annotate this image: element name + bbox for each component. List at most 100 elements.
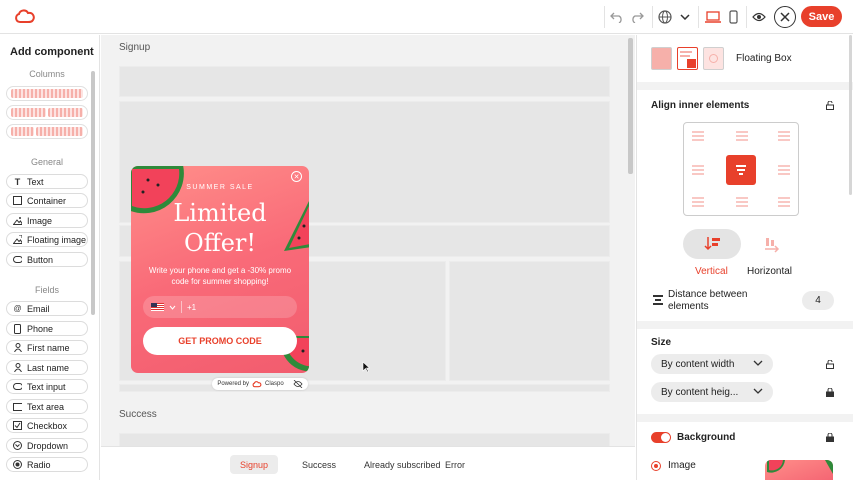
- lock-icon[interactable]: [826, 388, 834, 397]
- vertical-label: Vertical: [695, 266, 728, 277]
- field-phone[interactable]: Phone: [6, 321, 88, 336]
- desktop-view-icon[interactable]: [704, 8, 722, 26]
- canvas-scrollbar[interactable]: [628, 38, 633, 174]
- component-container[interactable]: Container: [6, 193, 88, 208]
- tab-signup[interactable]: Signup: [230, 455, 279, 474]
- align-top-center-option[interactable]: [736, 131, 748, 141]
- claspo-logo-icon[interactable]: [14, 9, 36, 25]
- eye-off-icon[interactable]: [293, 380, 303, 388]
- component-button[interactable]: Button: [6, 252, 88, 267]
- popup-description: Write your phone and get a -30% promo co…: [148, 266, 292, 286]
- component-label: Image: [27, 215, 53, 226]
- claspo-logo-icon: [252, 380, 262, 387]
- floating-image-icon: [13, 235, 22, 244]
- align-middle-left-option[interactable]: [692, 165, 704, 175]
- field-first-name[interactable]: First name: [6, 340, 88, 355]
- height-dropdown[interactable]: By content heig...: [651, 382, 773, 402]
- layout-popup-option[interactable]: [651, 47, 672, 70]
- align-center-option[interactable]: [726, 155, 756, 185]
- field-radio[interactable]: Radio: [6, 457, 88, 472]
- align-bottom-right-option[interactable]: [778, 197, 790, 207]
- alignment-grid[interactable]: [683, 122, 799, 216]
- chevron-down-icon[interactable]: [676, 8, 694, 26]
- column-one-item[interactable]: [6, 86, 88, 101]
- column-two-item[interactable]: [6, 105, 88, 120]
- person-icon: [13, 363, 22, 372]
- panel-scrollbar[interactable]: [849, 35, 852, 195]
- person-icon: [13, 343, 22, 352]
- layout-block[interactable]: [119, 384, 610, 392]
- vertical-direction-icon: [704, 237, 720, 251]
- field-checkbox[interactable]: Checkbox: [6, 418, 88, 433]
- unlock-icon[interactable]: [826, 360, 834, 369]
- get-promo-code-button[interactable]: GET PROMO CODE: [143, 327, 297, 355]
- layout-type-label: Floating Box: [736, 53, 792, 64]
- field-label: Text area: [27, 401, 65, 412]
- distance-stepper[interactable]: 4: [802, 291, 834, 310]
- layout-block[interactable]: [119, 66, 610, 97]
- sidebar-scrollbar[interactable]: [91, 71, 95, 315]
- image-radio[interactable]: [651, 461, 661, 471]
- column-three-item[interactable]: [6, 124, 88, 139]
- field-text-area[interactable]: Text area: [6, 399, 88, 414]
- redo-icon[interactable]: [628, 8, 646, 26]
- popup-preview[interactable]: ✕ SUMMER SALE Limited Offer! Write your …: [131, 166, 309, 373]
- button-icon: [13, 255, 22, 264]
- align-middle-right-option[interactable]: [778, 165, 790, 175]
- tab-error[interactable]: Error: [435, 455, 475, 474]
- field-email[interactable]: @ Email: [6, 301, 88, 316]
- popup-close-icon[interactable]: ✕: [291, 171, 302, 182]
- layout-block[interactable]: [449, 261, 610, 381]
- align-center-icon: [736, 165, 746, 175]
- lock-icon[interactable]: [826, 433, 834, 442]
- background-image-thumbnail[interactable]: [765, 460, 833, 480]
- divider: [698, 6, 699, 28]
- component-image[interactable]: Image: [6, 213, 88, 228]
- section-columns-label: Columns: [29, 69, 65, 79]
- field-text-input[interactable]: Text input: [6, 379, 88, 394]
- width-dropdown[interactable]: By content width: [651, 354, 773, 374]
- component-text[interactable]: T Text: [6, 174, 88, 189]
- phone-input[interactable]: +1: [143, 296, 297, 318]
- chevron-down-icon[interactable]: [169, 305, 176, 310]
- unlock-icon[interactable]: [826, 101, 834, 110]
- divider: [746, 6, 747, 28]
- chevron-down-icon: [753, 360, 763, 366]
- watermelon-thumbnail-icon: [767, 460, 833, 474]
- view-tabs-bar: Signup Success Already subscribed Error: [101, 446, 635, 480]
- field-label: Checkbox: [27, 420, 68, 431]
- size-section-title: Size: [651, 337, 672, 348]
- component-floating-image[interactable]: Floating image: [6, 232, 88, 247]
- divider: [652, 6, 653, 28]
- tab-success[interactable]: Success: [292, 455, 346, 474]
- save-button[interactable]: Save: [801, 6, 842, 27]
- background-toggle[interactable]: [651, 432, 671, 443]
- field-last-name[interactable]: Last name: [6, 360, 88, 375]
- us-flag-icon[interactable]: [151, 303, 164, 311]
- horizontal-direction-button[interactable]: [743, 229, 801, 259]
- undo-icon[interactable]: [608, 8, 626, 26]
- layout-bar-option[interactable]: [703, 47, 724, 70]
- vertical-direction-button[interactable]: [683, 229, 741, 259]
- height-dropdown-value: By content heig...: [661, 386, 739, 398]
- field-label: Phone: [27, 323, 54, 334]
- field-label: Text input: [27, 381, 66, 392]
- layout-block[interactable]: [119, 433, 610, 446]
- field-label: Last name: [27, 362, 70, 373]
- mobile-view-icon[interactable]: [724, 8, 742, 26]
- eye-icon[interactable]: [750, 8, 768, 26]
- align-bottom-center-option[interactable]: [736, 197, 748, 207]
- chevron-down-icon: [753, 388, 763, 394]
- align-top-right-option[interactable]: [778, 131, 790, 141]
- field-label: Dropdown: [27, 440, 69, 451]
- align-top-left-option[interactable]: [692, 131, 704, 141]
- powered-by-badge: Powered by Claspo: [212, 378, 308, 390]
- align-bottom-left-option[interactable]: [692, 197, 704, 207]
- layout-floating-box-option[interactable]: [677, 47, 698, 70]
- globe-icon[interactable]: [656, 8, 674, 26]
- text-icon: T: [14, 176, 21, 187]
- component-label: Floating image: [27, 234, 87, 245]
- field-dropdown[interactable]: Dropdown: [6, 438, 88, 453]
- close-icon[interactable]: [774, 6, 796, 28]
- image-option-label: Image: [668, 460, 696, 471]
